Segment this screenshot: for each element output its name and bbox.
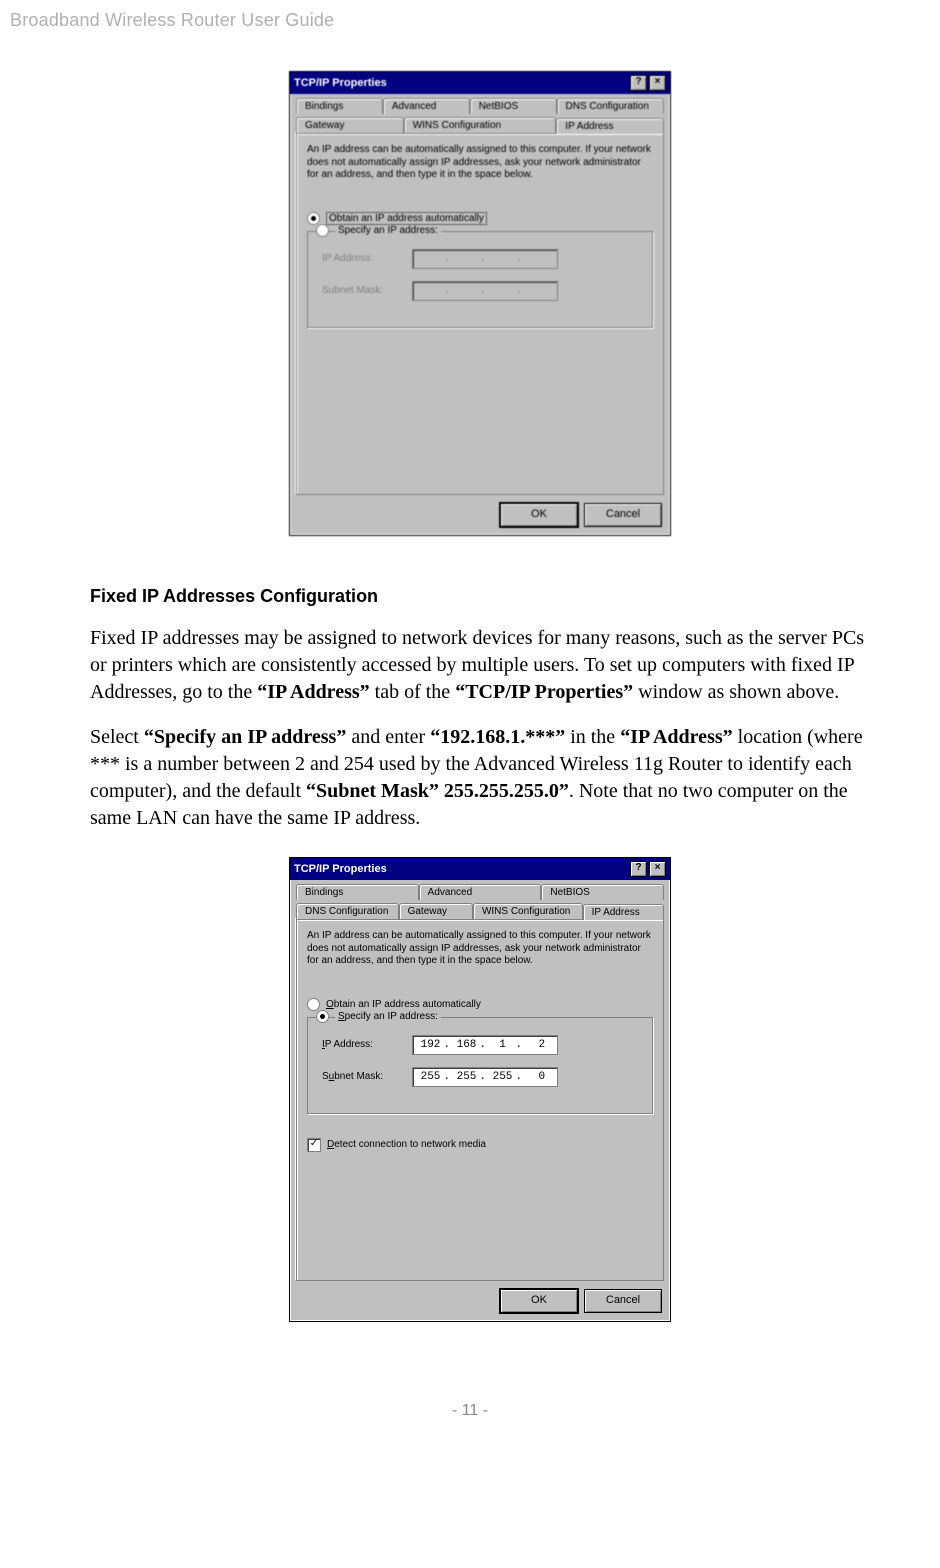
button-bar: OK Cancel — [290, 1281, 670, 1321]
tab-advanced[interactable]: Advanced — [383, 98, 470, 114]
help-icon[interactable]: ? — [630, 861, 647, 877]
tab-bindings[interactable]: Bindings — [296, 98, 383, 114]
specify-groupbox: Specify an IP address: IP Address: Subne… — [307, 231, 653, 328]
tcpip-dialog-1: TCP/IP Properties ? × Bindings Advanced … — [289, 71, 671, 536]
titlebar: TCP/IP Properties ? × — [290, 72, 670, 94]
tcpip-dialog-2: TCP/IP Properties ? × Bindings Advanced … — [289, 857, 671, 1322]
ip-address-row: IP Address: 192 168 1 2 — [322, 1035, 638, 1055]
titlebar: TCP/IP Properties ? × — [290, 858, 670, 880]
help-text: An IP address can be automatically assig… — [307, 930, 653, 968]
tab-gateway[interactable]: Gateway — [296, 117, 404, 133]
tab-panel: An IP address can be automatically assig… — [296, 919, 664, 1281]
subnet-label: Subnet Mask: — [322, 285, 402, 296]
radio-specify[interactable]: Specify an IP address: — [316, 1010, 638, 1023]
subnet-octet-2[interactable]: 255 — [449, 1068, 485, 1086]
subnet-octet-1[interactable]: 255 — [413, 1068, 449, 1086]
radio-icon — [307, 212, 320, 225]
figure-2: TCP/IP Properties ? × Bindings Advanced … — [90, 857, 870, 1322]
button-bar: OK Cancel — [290, 495, 670, 535]
subnet-label: Subnet Mask: — [322, 1071, 402, 1082]
cancel-button[interactable]: Cancel — [584, 503, 662, 527]
tab-advanced[interactable]: Advanced — [419, 884, 542, 900]
subnet-octet-4[interactable]: 0 — [521, 1068, 557, 1086]
ip-label: IP Address: — [322, 253, 402, 264]
ip-octet-2[interactable]: 168 — [449, 1036, 485, 1054]
tab-ipaddress[interactable]: IP Address — [556, 118, 664, 134]
subnet-input — [412, 281, 558, 301]
help-text: An IP address can be automatically assig… — [307, 144, 653, 182]
subnet-input[interactable]: 255 255 255 0 — [412, 1067, 558, 1087]
tab-row-1: Bindings Advanced NetBIOS — [290, 880, 670, 900]
radio-icon — [316, 1010, 329, 1023]
help-icon[interactable]: ? — [630, 75, 647, 91]
tab-row-2: Gateway WINS Configuration IP Address — [290, 113, 670, 133]
figure-1: TCP/IP Properties ? × Bindings Advanced … — [90, 71, 870, 536]
close-icon[interactable]: × — [649, 75, 666, 91]
ip-octet-4[interactable]: 2 — [521, 1036, 557, 1054]
specify-groupbox: Specify an IP address: IP Address: 192 1… — [307, 1017, 653, 1114]
paragraph-2: Select “Specify an IP address” and enter… — [90, 724, 870, 832]
subnet-row: Subnet Mask: — [322, 281, 638, 301]
ip-address-input — [412, 249, 558, 269]
tab-netbios[interactable]: NetBIOS — [470, 98, 557, 114]
ip-address-row: IP Address: — [322, 249, 638, 269]
tab-row-1: Bindings Advanced NetBIOS DNS Configurat… — [290, 94, 670, 114]
tab-ipaddress[interactable]: IP Address — [583, 904, 664, 920]
tab-netbios[interactable]: NetBIOS — [541, 884, 664, 900]
dialog-title: TCP/IP Properties — [294, 77, 387, 89]
cancel-button[interactable]: Cancel — [584, 1289, 662, 1313]
subnet-octet-3[interactable]: 255 — [485, 1068, 521, 1086]
radio-label: Specify an IP address: — [335, 225, 441, 236]
ip-label: IP Address: — [322, 1039, 402, 1050]
radio-icon — [316, 224, 329, 237]
close-icon[interactable]: × — [649, 861, 666, 877]
tab-wins[interactable]: WINS Configuration — [404, 117, 557, 133]
tab-row-2: DNS Configuration Gateway WINS Configura… — [290, 899, 670, 919]
dialog-title: TCP/IP Properties — [294, 863, 387, 875]
checkbox-icon: ✓ — [307, 1138, 321, 1152]
ip-octet-1[interactable]: 192 — [413, 1036, 449, 1054]
tab-dns[interactable]: DNS Configuration — [557, 98, 664, 114]
radio-label: Specify an IP address: — [335, 1011, 441, 1022]
tab-dns[interactable]: DNS Configuration — [296, 903, 399, 919]
page-content: TCP/IP Properties ? × Bindings Advanced … — [0, 71, 940, 1322]
radio-icon — [307, 998, 320, 1011]
ip-address-input[interactable]: 192 168 1 2 — [412, 1035, 558, 1055]
tab-panel: An IP address can be automatically assig… — [296, 133, 664, 495]
tab-gateway[interactable]: Gateway — [399, 903, 473, 919]
page-footer: - 11 - — [0, 1372, 940, 1440]
paragraph-1: Fixed IP addresses may be assigned to ne… — [90, 625, 870, 706]
ok-button[interactable]: OK — [500, 1289, 578, 1313]
radio-label: Obtain an IP address automatically — [326, 212, 487, 225]
ip-octet-3[interactable]: 1 — [485, 1036, 521, 1054]
check-label: Detect connection to network media — [327, 1139, 486, 1150]
page-header: Broadband Wireless Router User Guide — [0, 0, 940, 31]
radio-label: Obtain an IP address automatically — [326, 999, 481, 1010]
tab-bindings[interactable]: Bindings — [296, 884, 419, 900]
tab-wins[interactable]: WINS Configuration — [473, 903, 583, 919]
subnet-row: Subnet Mask: 255 255 255 0 — [322, 1067, 638, 1087]
radio-specify[interactable]: Specify an IP address: — [316, 224, 638, 237]
detect-connection-check[interactable]: ✓ Detect connection to network media — [307, 1138, 653, 1152]
ok-button[interactable]: OK — [500, 503, 578, 527]
section-heading: Fixed IP Addresses Configuration — [90, 586, 870, 607]
